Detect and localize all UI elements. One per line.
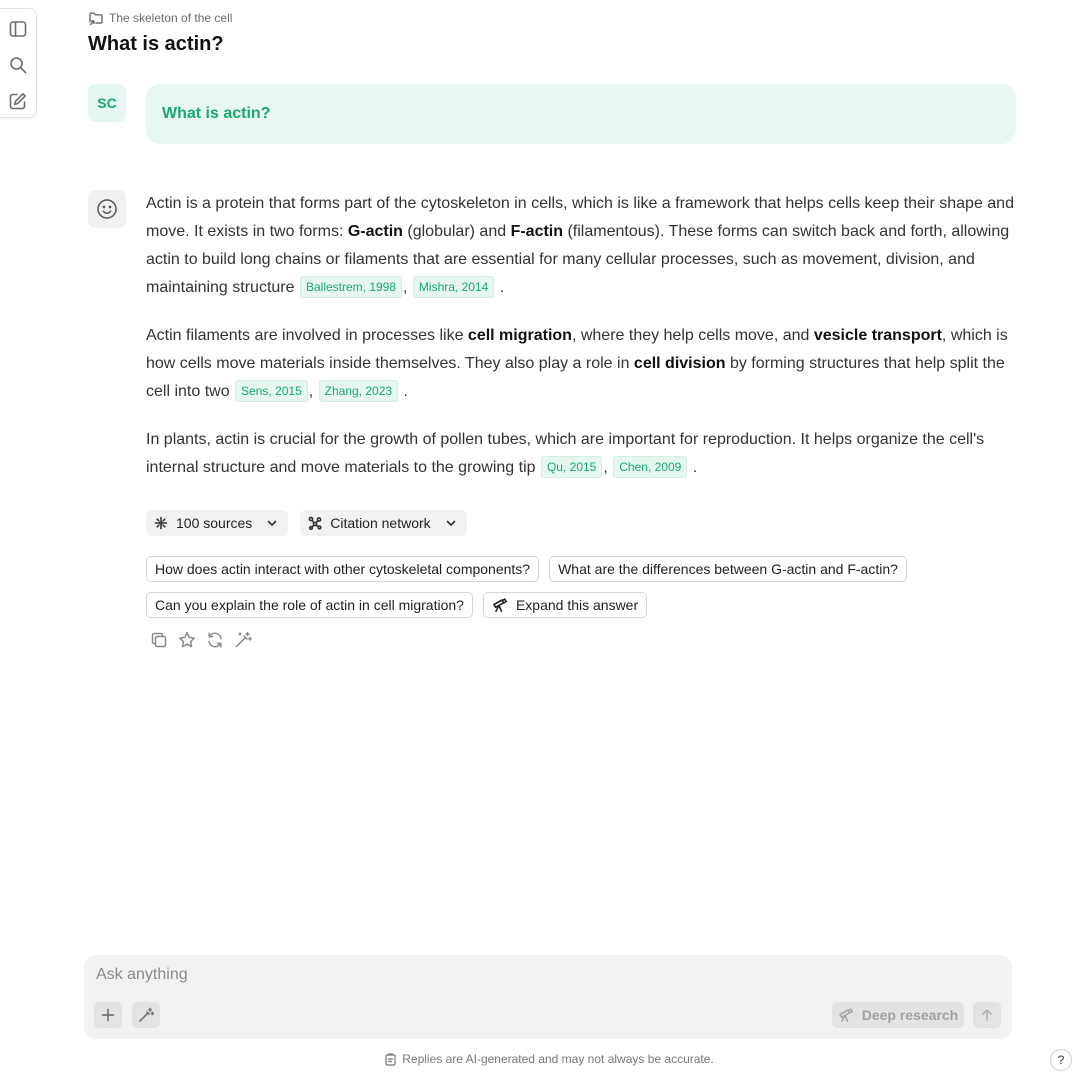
citation-chen-2009[interactable]: Chen, 2009 bbox=[613, 456, 688, 478]
sidebar-toggle-icon bbox=[9, 21, 26, 37]
term-cell-migration: cell migration bbox=[467, 327, 572, 344]
answer-paragraph-2: Actin filaments are involved in processe… bbox=[146, 327, 1008, 402]
deep-research-button[interactable]: Deep research bbox=[832, 1002, 964, 1028]
citation-qu-2015[interactable]: Qu, 2015 bbox=[540, 456, 603, 478]
telescope-icon bbox=[838, 1008, 853, 1022]
followup-chip[interactable]: How does actin interact with other cytos… bbox=[146, 556, 540, 582]
expand-answer-label: Expand this answer bbox=[515, 597, 639, 613]
chevron-down-icon bbox=[446, 520, 455, 526]
user-message-bubble: What is actin? bbox=[146, 84, 1016, 144]
expand-answer-button[interactable]: Expand this answer bbox=[482, 592, 648, 618]
breadcrumb-label: The skeleton of the cell bbox=[109, 11, 233, 25]
user-avatar: SC bbox=[88, 84, 126, 122]
answer-paragraph-1: Actin is a protein that forms part of th… bbox=[146, 195, 1014, 298]
sources-dropdown[interactable]: 100 sources bbox=[146, 510, 289, 536]
copy-icon bbox=[151, 632, 167, 648]
citation-sens-2015[interactable]: Sens, 2015 bbox=[235, 380, 308, 402]
term-f-actin: F-actin bbox=[510, 223, 564, 240]
citation-network-dropdown[interactable]: Citation network bbox=[300, 510, 467, 536]
followup-chip[interactable]: What are the differences between G-actin… bbox=[549, 556, 907, 582]
citation-zhang-2023[interactable]: Zhang, 2023 bbox=[318, 380, 399, 402]
term-cell-division: cell division bbox=[633, 355, 726, 372]
regenerate-button[interactable] bbox=[206, 631, 224, 649]
enhance-button[interactable] bbox=[234, 631, 252, 649]
citation-mishra-2014[interactable]: Mishra, 2014 bbox=[412, 276, 495, 298]
ai-disclaimer: Replies are AI-generated and may not alw… bbox=[0, 1052, 1080, 1066]
term-g-actin: G-actin bbox=[347, 223, 403, 240]
page-title: What is actin? bbox=[88, 33, 224, 55]
new-chat-icon bbox=[9, 93, 26, 110]
answer-paragraph-3: In plants, actin is crucial for the grow… bbox=[146, 431, 985, 478]
sources-row: 100 sources Citation network bbox=[146, 510, 467, 536]
help-button[interactable]: ? bbox=[1050, 1049, 1072, 1071]
smiley-icon bbox=[97, 199, 117, 219]
sources-icon bbox=[154, 516, 168, 530]
citation-network-label: Citation network bbox=[330, 515, 431, 531]
add-attachment-button[interactable] bbox=[94, 1002, 122, 1028]
chevron-down-icon bbox=[267, 520, 277, 526]
followup-chip[interactable]: Can you explain the role of actin in cel… bbox=[146, 592, 473, 618]
new-chat-button[interactable] bbox=[7, 90, 29, 112]
plus-icon bbox=[101, 1008, 115, 1022]
magic-wand-icon bbox=[235, 631, 252, 648]
assistant-avatar bbox=[88, 190, 126, 228]
term-vesicle-transport: vesicle transport bbox=[813, 327, 942, 344]
deep-research-label: Deep research bbox=[861, 1007, 959, 1023]
star-icon bbox=[179, 632, 195, 648]
left-rail bbox=[0, 8, 37, 118]
copy-button[interactable] bbox=[150, 631, 168, 649]
composer: Deep research bbox=[84, 955, 1012, 1039]
search-button[interactable] bbox=[7, 54, 29, 76]
arrow-up-icon bbox=[982, 1009, 992, 1021]
folder-link-icon bbox=[89, 12, 103, 26]
clipboard-icon bbox=[385, 1052, 396, 1066]
send-button[interactable] bbox=[973, 1002, 1001, 1028]
message-actions bbox=[150, 631, 252, 649]
user-message-text: What is actin? bbox=[162, 105, 271, 122]
sidebar-toggle-button[interactable] bbox=[7, 18, 29, 40]
followup-suggestions: How does actin interact with other cytos… bbox=[146, 556, 946, 618]
breadcrumb[interactable]: The skeleton of the cell bbox=[88, 10, 232, 26]
citation-ballestrem-1998[interactable]: Ballestrem, 1998 bbox=[299, 276, 403, 298]
refresh-icon bbox=[208, 632, 222, 648]
sources-label: 100 sources bbox=[176, 515, 253, 531]
prompt-enhance-button[interactable] bbox=[132, 1002, 160, 1028]
magic-wand-icon bbox=[139, 1007, 154, 1022]
search-icon bbox=[9, 57, 26, 74]
ask-input[interactable] bbox=[96, 963, 796, 987]
favorite-button[interactable] bbox=[178, 631, 196, 649]
network-icon bbox=[308, 516, 322, 530]
telescope-icon bbox=[493, 598, 507, 612]
assistant-answer: Actin is a protein that forms part of th… bbox=[146, 190, 1021, 502]
